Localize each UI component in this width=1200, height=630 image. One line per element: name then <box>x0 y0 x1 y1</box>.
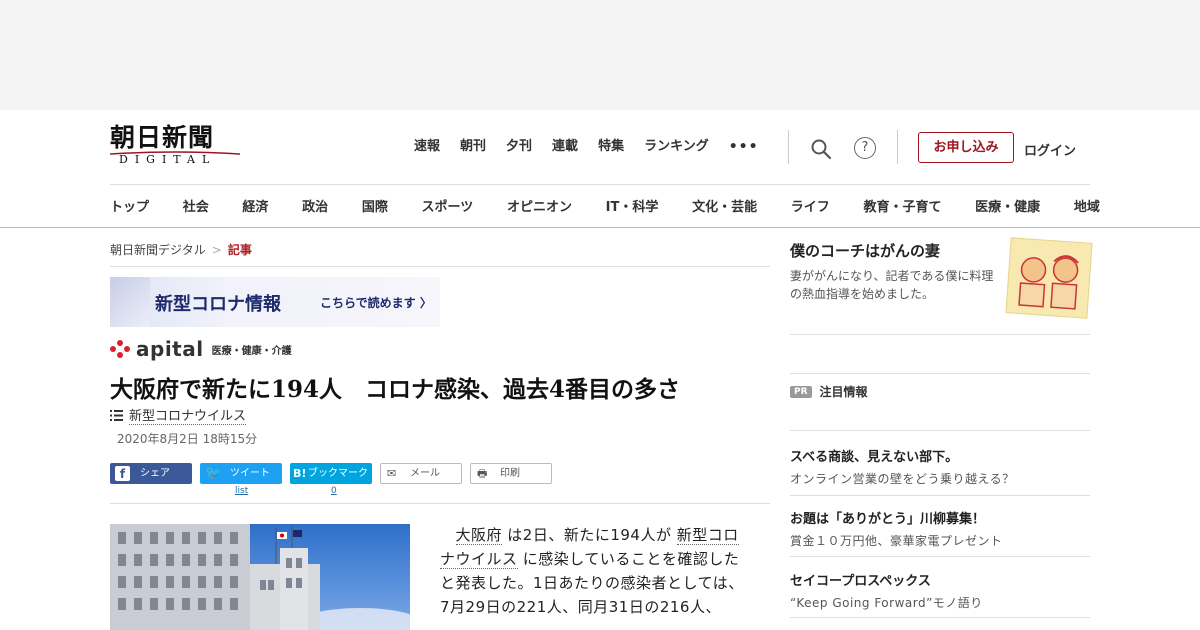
nav-rensai[interactable]: 連載 <box>552 138 578 156</box>
twitter-share-button[interactable]: 🐦 ツイート <box>200 463 282 484</box>
corona-info-banner[interactable]: 新型コロナ情報 こちらで読めます 〉 <box>110 277 440 327</box>
pr-label: 注目情報 <box>819 385 868 399</box>
promo-title: お題は「ありがとう」川柳募集！ <box>790 512 986 527</box>
nav-sokuho[interactable]: 速報 <box>414 138 440 156</box>
promo-item[interactable]: セイコープロスペックス “Keep Going Forward”モノ語り <box>790 570 1090 611</box>
body-text-1: は2日、新たに194人が <box>502 526 677 544</box>
article-tag-link[interactable]: 新型コロナウイルス <box>129 405 247 425</box>
apital-section-label[interactable]: apital 医療・健康・介護 <box>110 337 292 359</box>
sidebar-divider <box>790 430 1090 431</box>
body-indent <box>440 526 456 544</box>
article-photo[interactable] <box>110 524 410 630</box>
breadcrumb-home[interactable]: 朝日新聞デジタル <box>110 243 206 257</box>
cat-it-science[interactable]: IT・科学 <box>606 196 659 215</box>
more-menu-icon[interactable]: ••• <box>729 138 759 156</box>
twitter-count-link[interactable]: list <box>235 486 248 496</box>
sidebar-divider <box>790 556 1090 557</box>
banner-title: 新型コロナ情報 <box>155 294 281 315</box>
search-icon[interactable] <box>810 138 832 160</box>
nav-ranking[interactable]: ランキング <box>644 138 709 156</box>
cat-society[interactable]: 社会 <box>183 196 209 215</box>
apital-wordmark: apital <box>136 337 204 361</box>
help-icon[interactable]: ? <box>854 137 876 159</box>
cat-region[interactable]: 地域 <box>1074 196 1100 215</box>
category-nav: トップ 社会 経済 政治 国際 スポーツ オピニオン IT・科学 文化・芸能 ラ… <box>110 196 1100 215</box>
promo-title: セイコープロスペックス <box>790 574 931 589</box>
mail-share-label: メール <box>410 468 440 479</box>
sidebar-feature-illustration[interactable] <box>1005 237 1093 319</box>
osaka-government-building-image <box>110 524 410 630</box>
nav-choukan[interactable]: 朝刊 <box>460 138 486 156</box>
mail-icon: ✉ <box>387 467 397 480</box>
breadcrumb-divider <box>110 266 770 267</box>
sidebar-divider <box>790 373 1090 374</box>
promo-title: スベる商談、見えない部下。 <box>790 450 959 465</box>
share-divider <box>110 503 770 504</box>
print-icon: 🖶 <box>477 467 488 480</box>
article-headline: 大阪府で新たに194人 コロナ感染、過去4番目の多さ <box>110 376 681 403</box>
twitter-bird-icon: 🐦 <box>205 466 222 481</box>
cat-culture[interactable]: 文化・芸能 <box>692 196 757 215</box>
nav-yuukan[interactable]: 夕刊 <box>506 138 532 156</box>
sidebar-divider <box>790 334 1090 335</box>
list-icon <box>110 409 123 421</box>
apital-section: 医療・健康・介護 <box>211 346 292 357</box>
apital-dots-icon <box>110 339 132 359</box>
cat-sports[interactable]: スポーツ <box>422 196 474 215</box>
site-header: 朝日新聞 DIGITAL 速報 朝刊 夕刊 連載 特集 ランキング ••• ? … <box>0 110 1200 228</box>
facebook-share-label: シェア <box>140 468 170 479</box>
mail-share-button[interactable]: ✉ メール <box>380 463 462 484</box>
banner-decoration <box>110 277 150 327</box>
login-link[interactable]: ログイン <box>1024 140 1076 159</box>
sidebar-feature-desc: 妻ががんになり、記者である僕に料理の熱血指導を始めました。 <box>790 269 994 301</box>
article-tag-row: 新型コロナウイルス <box>110 405 247 425</box>
hatena-count-link[interactable]: 0 <box>331 486 337 496</box>
ad-area <box>0 0 1200 110</box>
promo-item[interactable]: お題は「ありがとう」川柳募集！ 賞金１０万円他、豪華家電プレゼント <box>790 508 1090 549</box>
pr-header: PR 注目情報 <box>790 383 868 400</box>
breadcrumb-separator: > <box>211 243 222 257</box>
promo-item[interactable]: スベる商談、見えない部下。 オンライン営業の壁をどう乗り越える？ <box>790 446 1090 487</box>
cat-life[interactable]: ライフ <box>791 196 830 215</box>
logo-sub-text: DIGITAL <box>119 153 217 166</box>
facebook-share-button[interactable]: f シェア <box>110 463 192 484</box>
promo-desc: 賞金１０万円他、豪華家電プレゼント <box>790 534 1003 548</box>
cat-economy[interactable]: 経済 <box>242 196 268 215</box>
nav-divider <box>110 184 1090 185</box>
nav-tokushu[interactable]: 特集 <box>598 138 624 156</box>
body-link-osaka[interactable]: 大阪府 <box>455 526 503 545</box>
print-label: 印刷 <box>500 468 520 479</box>
article-date: 2020年8月2日 18時15分 <box>117 432 258 446</box>
banner-cta: こちらで読めます 〉 <box>320 296 432 310</box>
breadcrumb-current: 記事 <box>227 243 252 257</box>
site-logo[interactable]: 朝日新聞 DIGITAL <box>110 124 242 170</box>
sidebar-divider <box>790 495 1090 496</box>
promo-desc: オンライン営業の壁をどう乗り越える？ <box>790 472 1015 486</box>
twitter-share-label: ツイート <box>230 468 270 479</box>
top-nav: 速報 朝刊 夕刊 連載 特集 ランキング ••• <box>414 138 779 156</box>
article-body: 大阪府 は2日、新たに194人が 新型コロナウイルス に感染していることを確認し… <box>440 523 752 619</box>
header-divider <box>788 130 789 164</box>
cat-top[interactable]: トップ <box>110 196 149 215</box>
subscribe-button[interactable]: お申し込み <box>918 132 1014 163</box>
breadcrumb: 朝日新聞デジタル > 記事 <box>110 241 252 258</box>
header-divider <box>897 130 898 164</box>
hatena-bookmark-button[interactable]: B! ブックマーク <box>290 463 372 484</box>
pr-badge: PR <box>790 385 812 398</box>
logo-main-text: 朝日新聞 <box>110 123 215 152</box>
hatena-bookmark-icon: B! <box>293 467 307 480</box>
cat-international[interactable]: 国際 <box>362 196 388 215</box>
sidebar-divider <box>790 617 1090 618</box>
cat-politics[interactable]: 政治 <box>302 196 328 215</box>
promo-desc: “Keep Going Forward”モノ語り <box>790 596 983 610</box>
print-button[interactable]: 🖶 印刷 <box>470 463 552 484</box>
facebook-icon: f <box>115 466 130 481</box>
hatena-bookmark-label: ブックマーク <box>308 468 368 479</box>
cat-opinion[interactable]: オピニオン <box>507 196 572 215</box>
couple-illustration-icon <box>1018 255 1079 310</box>
cat-education[interactable]: 教育・子育て <box>863 196 941 215</box>
cat-health[interactable]: 医療・健康 <box>975 196 1040 215</box>
